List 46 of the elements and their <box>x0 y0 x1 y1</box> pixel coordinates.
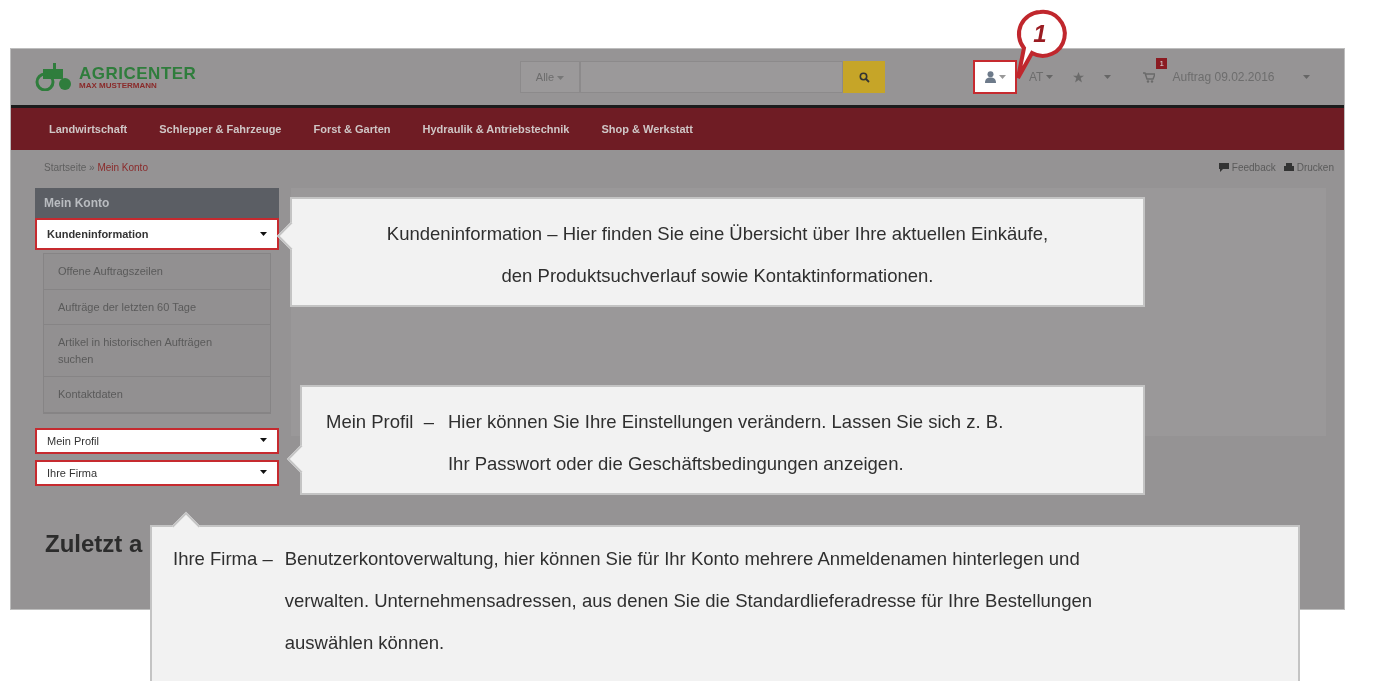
search-icon <box>858 71 870 83</box>
caret-icon <box>260 470 267 475</box>
callout-text: Hier können Sie Ihre Einstellungen verändern. Lassen Sie sich z. B. Ihr Passwort oder die Geschäftsbedingungen anzeigen. <box>447 410 1004 476</box>
cart-icon <box>1143 71 1156 83</box>
caret-icon <box>1104 74 1112 80</box>
favorites-dropdown[interactable] <box>1104 74 1112 80</box>
user-icon <box>984 71 996 83</box>
submenu-item[interactable]: Offene Auftragszeilen <box>44 254 270 290</box>
search-button[interactable] <box>843 61 885 93</box>
breadcrumb-separator: » <box>88 161 96 173</box>
step-number: 1 <box>1032 20 1048 48</box>
caret-icon <box>1302 74 1310 80</box>
nav-link[interactable]: Forst & Garten <box>313 123 391 135</box>
star-icon <box>1073 71 1085 83</box>
caret-icon <box>1046 74 1054 80</box>
tractor-icon <box>35 63 73 91</box>
speech-bubble-icon <box>1218 162 1229 172</box>
cart-badge: 1 <box>1156 58 1167 69</box>
search-field[interactable] <box>580 61 843 93</box>
account-button[interactable] <box>973 60 1017 94</box>
feedback-link[interactable]: Feedback <box>1218 161 1276 173</box>
breadcrumb-current[interactable]: Mein Konto <box>97 161 148 173</box>
caret-icon <box>260 438 267 443</box>
cart-dropdown[interactable] <box>1302 74 1310 80</box>
nav-link[interactable]: Landwirtschaft <box>49 123 128 135</box>
submenu-item[interactable]: Kontaktdaten <box>44 377 270 413</box>
section-heading: Zuletzt a <box>45 529 144 558</box>
sidebar-section[interactable]: Mein Profil <box>35 427 279 454</box>
nav-link[interactable]: Shop & Werkstatt <box>601 123 693 135</box>
print-link[interactable]: Drucken <box>1283 161 1334 173</box>
callout-text: Kundeninformation – Hier finden Sie eine Übersicht über Ihre aktuellen Einkäufe, den Produktsuchverlauf sowie Kontaktinformationen. <box>385 222 1050 288</box>
callout-label: Ihre Firma – <box>173 547 273 571</box>
caret-icon <box>998 74 1006 80</box>
logo-subtitle: MAX MUSTERMANN <box>79 81 158 90</box>
nav-link[interactable]: Hydraulik & Antriebstechnik <box>422 123 570 135</box>
caret-icon <box>260 231 267 237</box>
nav-link[interactable]: Schlepper & Fahrzeuge <box>159 123 282 135</box>
callout-label: Mein Profil – <box>326 410 434 434</box>
logo-name: AGRICENTER <box>79 64 197 82</box>
printer-icon <box>1283 162 1294 172</box>
sidebar-section[interactable]: Ihre Firma <box>35 459 279 486</box>
favorites-button[interactable] <box>1073 71 1085 83</box>
caret-icon <box>557 76 565 81</box>
callout-text: Benutzerkontoverwaltung, hier können Sie für Ihr Konto mehrere Anmeldenamen hinterlegen und verwalten. Unternehmensadressen, aus denen Sie die Standardlieferadresse für Ihre Bestellungen auswählen können. <box>284 547 1093 655</box>
sidebar-section[interactable]: Kundeninformation <box>35 218 279 250</box>
sidebar-title: Mein Konto <box>35 188 279 218</box>
